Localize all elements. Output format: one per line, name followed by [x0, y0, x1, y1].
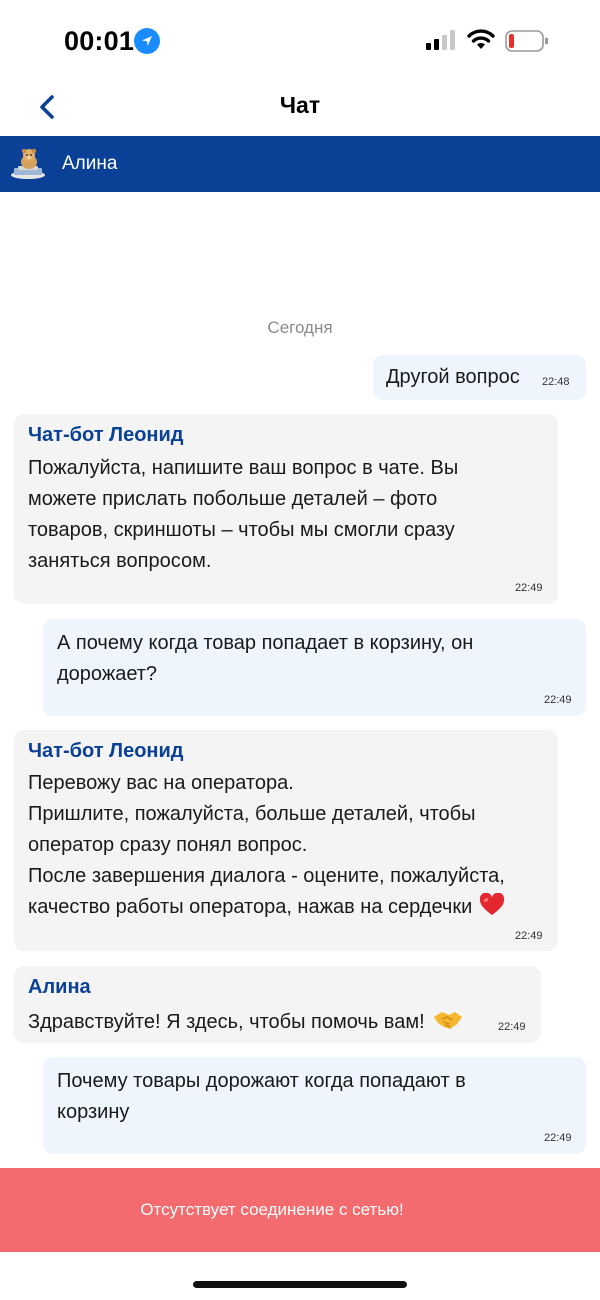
- date-separator: Сегодня: [267, 318, 333, 337]
- heart-icon[interactable]: [479, 893, 505, 917]
- message-line: Пожалуйста, напишите ваш вопрос в чате. …: [28, 457, 459, 479]
- home-indicator[interactable]: [193, 1281, 407, 1288]
- message-line-with-emoji: качество работы оператора, нажав на серд…: [28, 892, 505, 923]
- message-line: оператор сразу понял вопрос.: [28, 834, 308, 856]
- message-body: Перевожу вас на оператора. Пришлите, пож…: [28, 768, 505, 923]
- status-time: 00:01: [64, 26, 135, 56]
- message-line: товаров, скриншоты – чтобы мы смогли сра…: [28, 519, 455, 541]
- message-time: 22:49: [544, 1132, 572, 1144]
- message-time: 22:48: [542, 376, 570, 388]
- message-line: После завершения диалога - оцените, пожа…: [28, 865, 505, 887]
- page-title: Чат: [279, 92, 321, 118]
- message-body: Пожалуйста, напишите ваш вопрос в чате. …: [28, 453, 458, 577]
- message-line: качество работы оператора, нажав на серд…: [28, 896, 473, 918]
- incoming-message: Чат-бот Леонид Перевожу вас на оператора…: [14, 730, 558, 951]
- message-time: 22:49: [515, 582, 543, 594]
- battery-icon: [505, 30, 548, 52]
- message-text: Другой вопрос: [386, 366, 520, 388]
- outgoing-message: Почему товары дорожают когда попадают в …: [43, 1057, 586, 1154]
- wifi-icon: [467, 29, 495, 49]
- message-body: А почему когда товар попадает в корзину,…: [57, 628, 473, 690]
- message-sender: Алина: [28, 976, 91, 998]
- incoming-message: Чат-бот Леонид Пожалуйста, напишите ваш …: [14, 414, 558, 604]
- message-line: корзину: [57, 1101, 130, 1123]
- connection-error-banner: Отсутствует соединение с сетью!: [0, 1168, 600, 1252]
- message-sender: Чат-бот Леонид: [28, 740, 184, 762]
- message-line: заняться вопросом.: [28, 550, 212, 572]
- location-arrow-icon: [134, 28, 160, 54]
- operator-name: Алина: [62, 153, 118, 174]
- message-time: 22:49: [544, 694, 572, 706]
- message-line: Почему товары дорожают когда попадают в: [57, 1070, 466, 1092]
- cellular-signal-icon: [426, 30, 455, 50]
- message-body: Почему товары дорожают когда попадают в …: [57, 1066, 466, 1128]
- outgoing-message: А почему когда товар попадает в корзину,…: [43, 619, 586, 716]
- operator-header: Алина: [0, 136, 600, 192]
- navigation-bar: Чат: [0, 80, 600, 136]
- connection-error-text: Отсутствует соединение с сетью!: [140, 1200, 404, 1219]
- message-line: можете прислать побольше деталей – фото: [28, 488, 438, 510]
- message-line: Перевожу вас на оператора.: [28, 772, 294, 794]
- handshake-icon: [434, 1012, 463, 1029]
- operator-avatar: [11, 148, 45, 179]
- message-line: Пришлите, пожалуйста, больше деталей, чт…: [28, 803, 476, 825]
- message-text: Здравствуйте! Я здесь, чтобы помочь вам!: [28, 1011, 425, 1033]
- outgoing-message: Другой вопрос 22:48: [373, 355, 586, 400]
- message-time: 22:49: [515, 930, 543, 942]
- message-sender: Чат-бот Леонид: [28, 424, 184, 446]
- status-bar: 00:01: [0, 0, 600, 80]
- message-body: Здравствуйте! Я здесь, чтобы помочь вам!: [28, 1007, 463, 1038]
- message-time: 22:49: [498, 1021, 526, 1033]
- incoming-message: Алина Здравствуйте! Я здесь, чтобы помоч…: [14, 966, 541, 1043]
- message-line: А почему когда товар попадает в корзину,…: [57, 632, 474, 654]
- message-line: дорожает?: [57, 663, 158, 685]
